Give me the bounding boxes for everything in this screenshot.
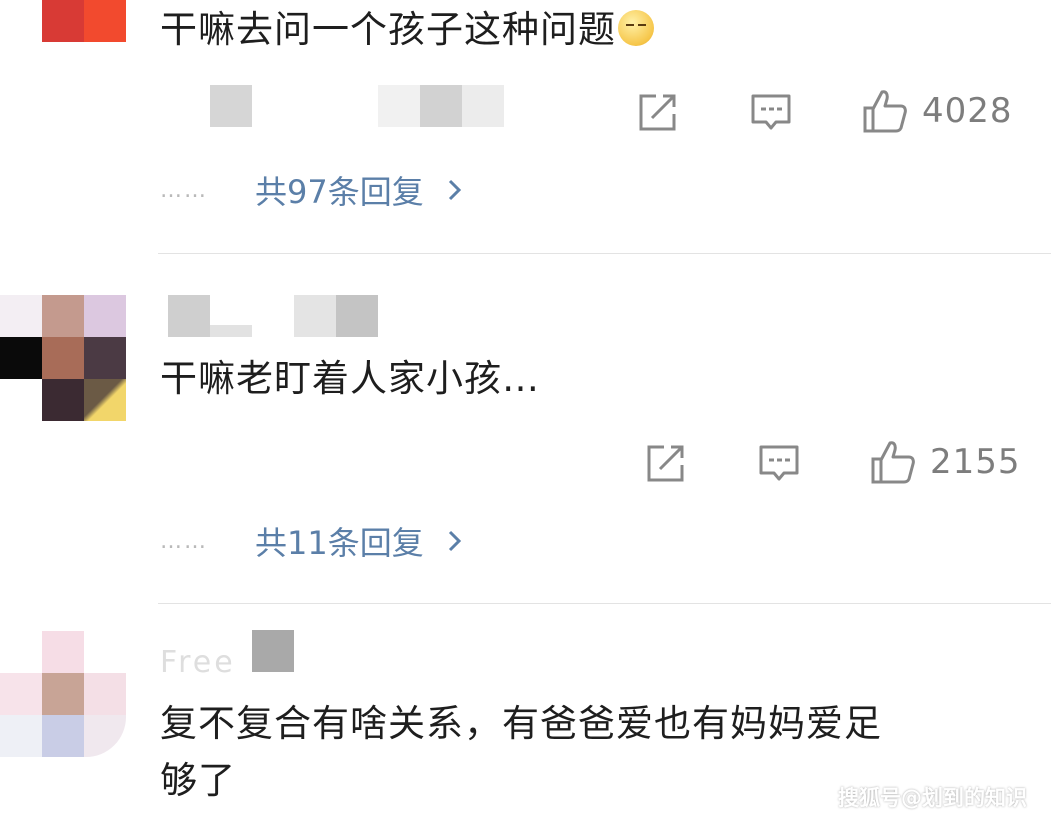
comment-text: 干嘛老盯着人家小孩…	[160, 357, 540, 400]
divider	[158, 253, 1051, 254]
username[interactable]: Free	[160, 645, 236, 680]
like-button[interactable]: 2155	[870, 439, 1021, 485]
comment-icon	[759, 445, 799, 481]
avatar[interactable]	[0, 295, 126, 421]
thumbs-up-icon	[863, 90, 907, 133]
replies-dots: ……	[160, 528, 208, 554]
like-count: 2155	[930, 442, 1021, 482]
view-replies-link[interactable]: 共97条回复	[255, 167, 466, 213]
chevron-right-icon	[448, 179, 461, 201]
comment-button[interactable]	[758, 443, 800, 485]
comment-text: 干嘛去问一个孩子这种问题	[160, 4, 654, 56]
share-button[interactable]	[636, 92, 678, 134]
smirk-face-emoji	[618, 10, 654, 46]
comment-button[interactable]	[750, 92, 792, 134]
chevron-right-icon	[448, 530, 461, 552]
replies-dots: ……	[160, 177, 208, 203]
view-replies-link[interactable]: 共11条回复	[255, 518, 466, 564]
replies-row: …… 共11条回复	[160, 518, 466, 564]
watermark: 搜狐号@划到的知识	[838, 786, 1027, 810]
replies-count-label: 共11条回复	[255, 524, 424, 562]
like-button[interactable]: 4028	[862, 88, 1013, 134]
avatar[interactable]	[0, 631, 126, 757]
share-icon	[647, 445, 684, 482]
comment-icon	[751, 94, 791, 130]
divider	[158, 603, 1051, 604]
comment-actions: 2155	[0, 435, 1051, 495]
comment-item-1: 干嘛去问一个孩子这种问题 4028 …… 共97条回复	[0, 0, 1051, 255]
replies-row: …… 共97条回复	[160, 167, 466, 213]
comment-text-line-2: 够了	[160, 759, 236, 802]
share-button[interactable]	[644, 443, 686, 485]
share-icon	[639, 94, 676, 131]
replies-count-label: 共97条回复	[255, 173, 424, 211]
like-count: 4028	[922, 91, 1013, 131]
comment-actions: 4028	[0, 84, 1051, 144]
comment-text-line-1: 复不复合有啥关系，有爸爸爱也有妈妈爱足	[160, 702, 882, 745]
thumbs-up-icon	[871, 441, 915, 484]
comment-item-2: 干嘛老盯着人家小孩… 2155 …… 共11条回复	[0, 255, 1051, 605]
avatar[interactable]	[42, 0, 126, 42]
